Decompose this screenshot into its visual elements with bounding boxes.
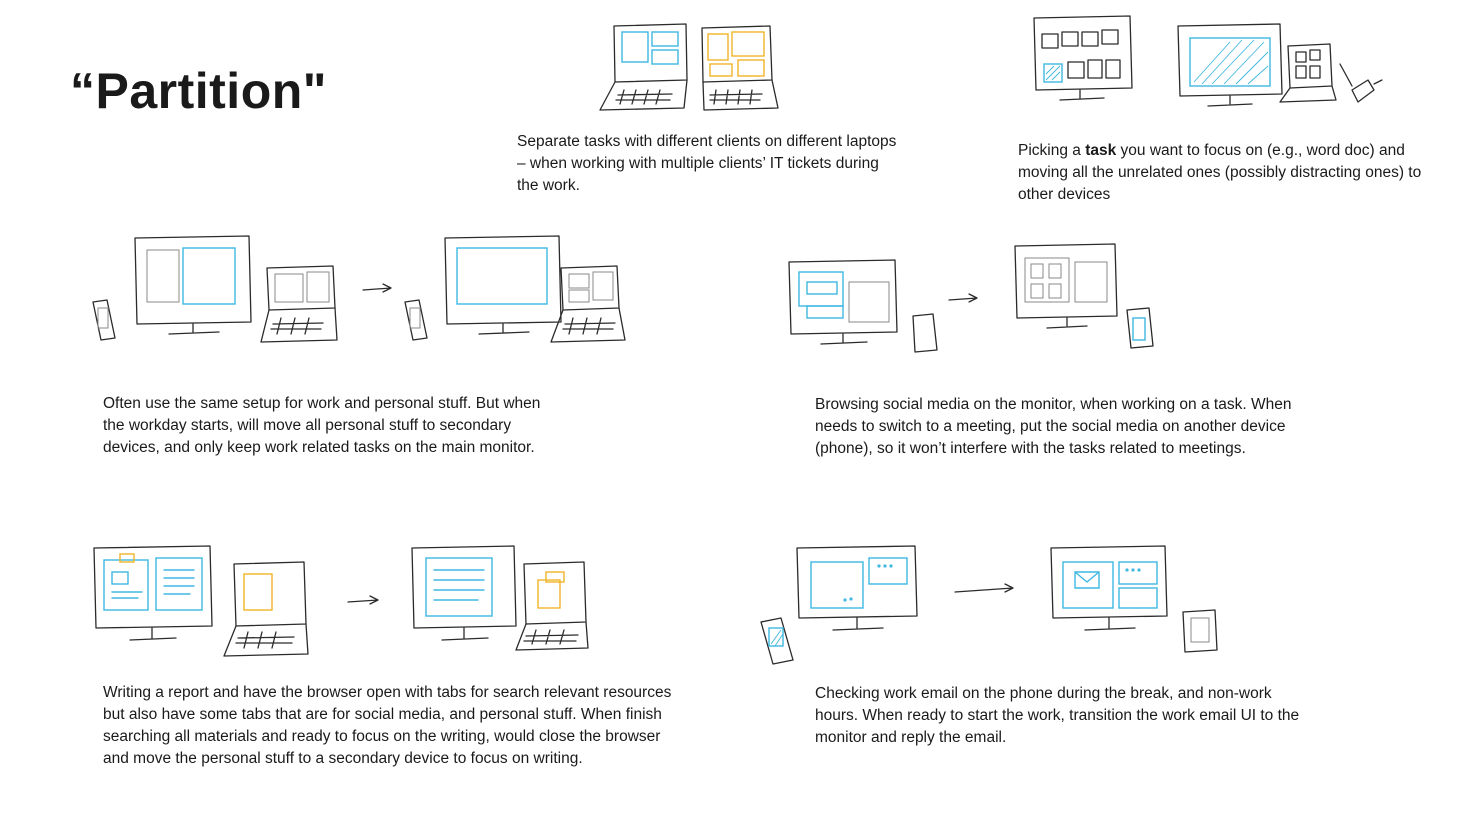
page-title: “Partition" xyxy=(70,63,327,119)
sketch-report xyxy=(93,545,589,657)
caption-email: Checking work email on the phone during … xyxy=(815,685,1300,746)
caption-work-personal: Often use the same setup for work and pe… xyxy=(103,395,541,456)
sketch-focus-task xyxy=(1033,15,1383,107)
emphasis-task: task xyxy=(1085,142,1117,159)
sketch-work-personal xyxy=(92,235,626,343)
caption-report: Writing a report and have the browser op… xyxy=(103,684,672,767)
caption-focus-task: Picking a task you want to focus on (e.g… xyxy=(1018,142,1422,203)
sketch-email xyxy=(760,545,1218,665)
caption-separate-laptops: Separate tasks with different clients on… xyxy=(517,133,897,194)
sketch-social-media xyxy=(788,243,1154,353)
caption-social-media: Browsing social media on the monitor, wh… xyxy=(815,396,1292,457)
sketch-two-laptops xyxy=(599,23,779,111)
